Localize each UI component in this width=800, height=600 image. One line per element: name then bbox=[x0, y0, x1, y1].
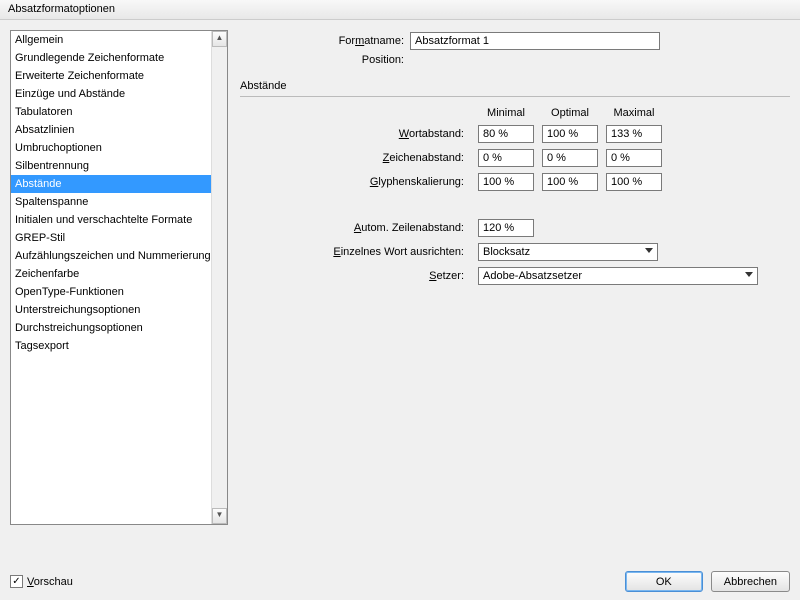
formatname-input[interactable] bbox=[410, 32, 660, 50]
window-titlebar: Absatzformatoptionen bbox=[0, 0, 800, 20]
category-sidebar: AllgemeinGrundlegende ZeichenformateErwe… bbox=[10, 30, 228, 525]
zeichenabstand-min-input[interactable] bbox=[478, 149, 534, 167]
formatname-row: Formatname: bbox=[300, 32, 790, 50]
sidebar-item[interactable]: Tabulatoren bbox=[11, 103, 211, 121]
position-row: Position: bbox=[300, 54, 790, 66]
section-divider bbox=[240, 96, 790, 97]
sidebar-item[interactable]: Tagsexport bbox=[11, 337, 211, 355]
sidebar-item[interactable]: Unterstreichungsoptionen bbox=[11, 301, 211, 319]
extra-settings: Autom. Zeilenabstand: Einzelnes Wort aus… bbox=[280, 219, 790, 285]
wortabstand-label: Wortabstand: bbox=[280, 128, 470, 140]
preview-label: Vorschau bbox=[27, 576, 73, 588]
sidebar-item[interactable]: Abstände bbox=[11, 175, 211, 193]
cancel-button[interactable]: Abbrechen bbox=[711, 571, 790, 592]
col-min-header: Minimal bbox=[478, 107, 534, 119]
glyphen-min-input[interactable] bbox=[478, 173, 534, 191]
sidebar-item[interactable]: Spaltenspanne bbox=[11, 193, 211, 211]
setzer-dropdown[interactable]: Adobe-Absatzsetzer bbox=[478, 267, 758, 285]
single-word-label: Einzelnes Wort ausrichten: bbox=[280, 246, 470, 258]
chevron-down-icon bbox=[745, 272, 753, 277]
zeichenabstand-max-input[interactable] bbox=[606, 149, 662, 167]
content-panel: Formatname: Position: Abstände Minimal O… bbox=[240, 30, 790, 560]
spacing-grid: Minimal Optimal Maximal Wortabstand: Zei… bbox=[280, 107, 790, 191]
dialog-buttons: OK Abbrechen bbox=[625, 571, 790, 592]
dialog-footer: ✓ Vorschau OK Abbrechen bbox=[10, 571, 790, 592]
col-opt-header: Optimal bbox=[542, 107, 598, 119]
sidebar-item[interactable]: Initialen und verschachtelte Formate bbox=[11, 211, 211, 229]
single-word-value: Blocksatz bbox=[483, 246, 530, 258]
zeichenabstand-label: Zeichenabstand: bbox=[280, 152, 470, 164]
sidebar-item[interactable]: Absatzlinien bbox=[11, 121, 211, 139]
sidebar-item[interactable]: Umbruchoptionen bbox=[11, 139, 211, 157]
sidebar-item[interactable]: Silbentrennung bbox=[11, 157, 211, 175]
scroll-up-icon[interactable]: ▲ bbox=[212, 31, 227, 47]
ok-button[interactable]: OK bbox=[625, 571, 703, 592]
chevron-down-icon bbox=[645, 248, 653, 253]
preview-checkbox[interactable]: ✓ bbox=[10, 575, 23, 588]
wortabstand-max-input[interactable] bbox=[606, 125, 662, 143]
sidebar-item[interactable]: OpenType-Funktionen bbox=[11, 283, 211, 301]
window-title: Absatzformatoptionen bbox=[8, 3, 115, 15]
auto-leading-label: Autom. Zeilenabstand: bbox=[280, 222, 470, 234]
position-label: Position: bbox=[300, 54, 410, 66]
sidebar-item[interactable]: Grundlegende Zeichenformate bbox=[11, 49, 211, 67]
glyphen-max-input[interactable] bbox=[606, 173, 662, 191]
zeichenabstand-opt-input[interactable] bbox=[542, 149, 598, 167]
glyphen-label: Glyphenskalierung: bbox=[280, 176, 470, 188]
category-list[interactable]: AllgemeinGrundlegende ZeichenformateErwe… bbox=[11, 31, 211, 524]
wortabstand-opt-input[interactable] bbox=[542, 125, 598, 143]
scroll-down-icon[interactable]: ▼ bbox=[212, 508, 227, 524]
sidebar-item[interactable]: Durchstreichungsoptionen bbox=[11, 319, 211, 337]
setzer-label: Setzer: bbox=[280, 270, 470, 282]
sidebar-item[interactable]: Aufzählungszeichen und Nummerierung bbox=[11, 247, 211, 265]
formatname-label: Formatname: bbox=[300, 35, 410, 47]
single-word-dropdown[interactable]: Blocksatz bbox=[478, 243, 658, 261]
sidebar-item[interactable]: Einzüge und Abstände bbox=[11, 85, 211, 103]
sidebar-item[interactable]: Allgemein bbox=[11, 31, 211, 49]
section-title: Abstände bbox=[240, 80, 790, 92]
preview-checkbox-wrap[interactable]: ✓ Vorschau bbox=[10, 575, 73, 588]
auto-leading-input[interactable] bbox=[478, 219, 534, 237]
dialog-body: AllgemeinGrundlegende ZeichenformateErwe… bbox=[0, 20, 800, 560]
glyphen-opt-input[interactable] bbox=[542, 173, 598, 191]
sidebar-item[interactable]: GREP-Stil bbox=[11, 229, 211, 247]
sidebar-item[interactable]: Zeichenfarbe bbox=[11, 265, 211, 283]
sidebar-item[interactable]: Erweiterte Zeichenformate bbox=[11, 67, 211, 85]
wortabstand-min-input[interactable] bbox=[478, 125, 534, 143]
col-max-header: Maximal bbox=[606, 107, 662, 119]
setzer-value: Adobe-Absatzsetzer bbox=[483, 270, 582, 282]
sidebar-scrollbar[interactable]: ▲ ▼ bbox=[211, 31, 227, 524]
